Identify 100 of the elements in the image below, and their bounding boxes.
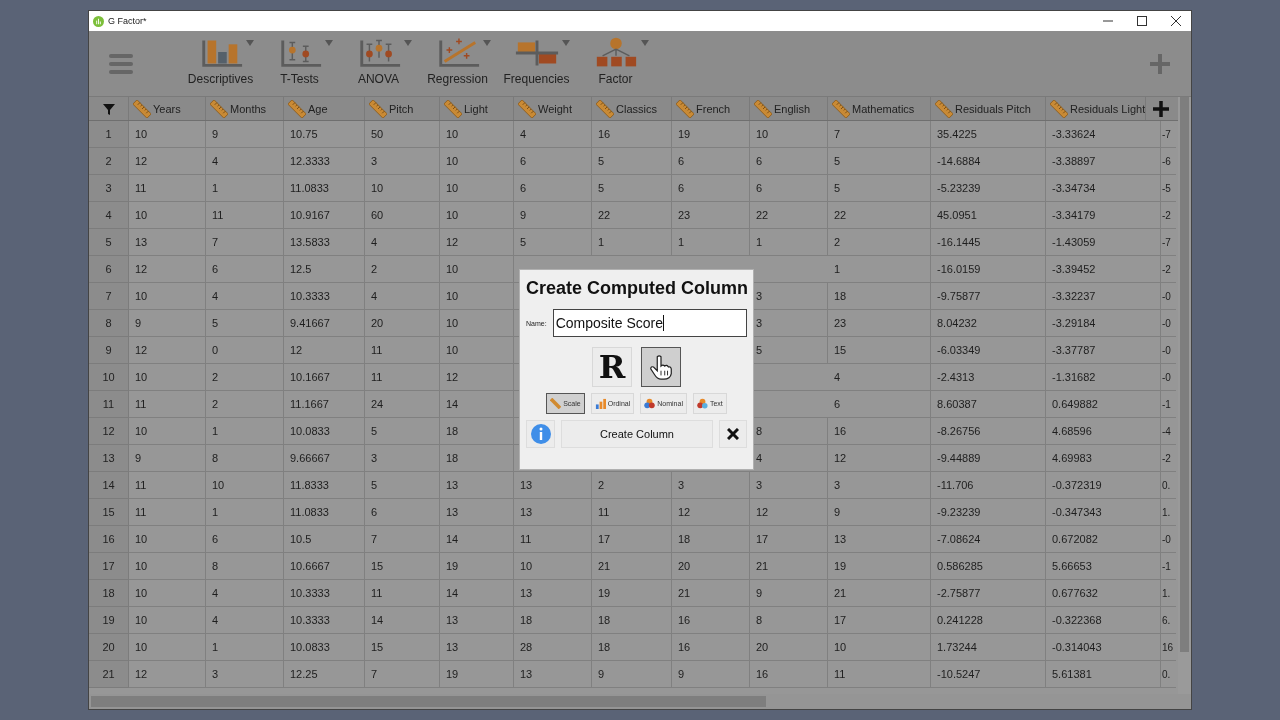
- table-cell: 3: [750, 472, 828, 499]
- table-cell: -7: [1161, 229, 1176, 256]
- maximize-icon: [1137, 16, 1147, 26]
- table-cell: -9.75877: [931, 283, 1046, 310]
- column-name: Months: [230, 102, 267, 115]
- column-header[interactable]: Weight: [514, 97, 592, 120]
- analysis-button[interactable]: Factor: [576, 35, 655, 92]
- column-name: Light: [464, 102, 488, 115]
- column-name: Classics: [616, 102, 657, 115]
- table-cell: -1.43059: [1046, 229, 1161, 256]
- name-field[interactable]: Composite Score: [552, 309, 747, 337]
- table-cell: 1: [206, 175, 284, 202]
- column-header[interactable]: Months: [206, 97, 284, 120]
- table-cell: 7: [206, 229, 284, 256]
- column-header[interactable]: Pitch: [365, 97, 440, 120]
- caret-icon: [483, 39, 491, 46]
- table-cell: 21: [592, 553, 672, 580]
- table-cell: 16: [828, 418, 931, 445]
- table-cell: 5: [365, 418, 440, 445]
- table-cell: 6: [514, 148, 592, 175]
- column-header[interactable]: Residuals Light: [1046, 97, 1146, 120]
- table-cell: 13: [129, 229, 206, 256]
- menu-icon: [109, 52, 133, 75]
- row-number: 3: [89, 175, 129, 202]
- table-cell: 15: [365, 553, 440, 580]
- table-cell: 4: [206, 148, 284, 175]
- mode-button[interactable]: [641, 347, 681, 387]
- column-name: Mathematics: [852, 102, 915, 115]
- table-cell: -0.322368: [1046, 607, 1161, 634]
- mode-button[interactable]: R: [592, 347, 632, 387]
- close-button[interactable]: [719, 420, 747, 448]
- row-number: 15: [89, 499, 129, 526]
- row-number: 17: [89, 553, 129, 580]
- column-header[interactable]: French: [672, 97, 750, 120]
- table-cell: 11.1667: [284, 391, 365, 418]
- hand-pointer-icon: [647, 353, 675, 381]
- row-number: 19: [89, 607, 129, 634]
- table-cell: 18: [672, 526, 750, 553]
- circles-icon: [696, 398, 708, 409]
- table-cell: 6: [672, 148, 750, 175]
- row-number: 16: [89, 526, 129, 553]
- column-header[interactable]: Residuals Pitch: [931, 97, 1046, 120]
- circles-icon: [644, 398, 656, 409]
- table-cell: 9.41667: [284, 310, 365, 337]
- column-header[interactable]: Classics: [592, 97, 672, 120]
- table-cell: 16: [750, 661, 828, 688]
- table-cell: -1.31682: [1046, 364, 1161, 391]
- table-cell: 4: [365, 283, 440, 310]
- table-cell: -2: [1161, 445, 1176, 472]
- column-name: Residuals Light: [1070, 102, 1145, 115]
- table-cell: -16.0159: [931, 256, 1046, 283]
- table-cell: -10.5247: [931, 661, 1046, 688]
- table-cell: 13: [440, 607, 514, 634]
- table-cell: 8.04232: [931, 310, 1046, 337]
- create-column-button[interactable]: Create Column: [561, 420, 713, 448]
- table-cell: 10.1667: [284, 364, 365, 391]
- table-cell: 10: [129, 202, 206, 229]
- table-cell: 11: [365, 580, 440, 607]
- table-cell: 11: [129, 391, 206, 418]
- table-cell: -1: [1161, 553, 1176, 580]
- column-header[interactable]: Mathematics: [828, 97, 931, 120]
- analysis-button[interactable]: ANOVA: [339, 35, 418, 92]
- table-cell: 10: [129, 607, 206, 634]
- table-cell: 1: [206, 418, 284, 445]
- analysis-button[interactable]: Descriptives: [181, 35, 260, 92]
- table-cell: 9: [129, 310, 206, 337]
- scrollbar-thumb[interactable]: [1180, 97, 1189, 652]
- table-cell: -7: [1161, 121, 1176, 148]
- table-cell: 9: [750, 580, 828, 607]
- table-cell: 18: [440, 418, 514, 445]
- table-cell: 10: [440, 310, 514, 337]
- table-cell: 22: [592, 202, 672, 229]
- analysis-button[interactable]: Regression: [418, 35, 497, 92]
- table-cell: 1: [592, 229, 672, 256]
- table-cell: 5: [206, 310, 284, 337]
- table-cell: 13: [514, 661, 592, 688]
- table-cell: 7: [365, 661, 440, 688]
- table-cell: -0: [1161, 310, 1176, 337]
- table-cell: 6: [828, 391, 931, 418]
- table-cell: -0.314043: [1046, 634, 1161, 661]
- table-cell: 18: [828, 283, 931, 310]
- column-header[interactable]: Light: [440, 97, 514, 120]
- table-cell: 9: [514, 202, 592, 229]
- row-number: 13: [89, 445, 129, 472]
- analysis-button[interactable]: Frequencies: [497, 35, 576, 92]
- column-header[interactable]: Age: [284, 97, 365, 120]
- info-button[interactable]: [526, 420, 555, 448]
- column-header[interactable]: English: [750, 97, 828, 120]
- table-cell: 10: [750, 121, 828, 148]
- bar-chart-icon: [594, 398, 606, 409]
- column-header[interactable]: Years: [129, 97, 206, 120]
- row-number: 11: [89, 391, 129, 418]
- table-cell: 21: [672, 580, 750, 607]
- table-cell: -3.38897: [1046, 148, 1161, 175]
- table-cell: -0.347343: [1046, 499, 1161, 526]
- analysis-button[interactable]: T-Tests: [260, 35, 339, 92]
- table-cell: 16: [672, 607, 750, 634]
- column-name: English: [774, 102, 811, 115]
- table-cell: 1: [206, 634, 284, 661]
- column-name: French: [696, 102, 731, 115]
